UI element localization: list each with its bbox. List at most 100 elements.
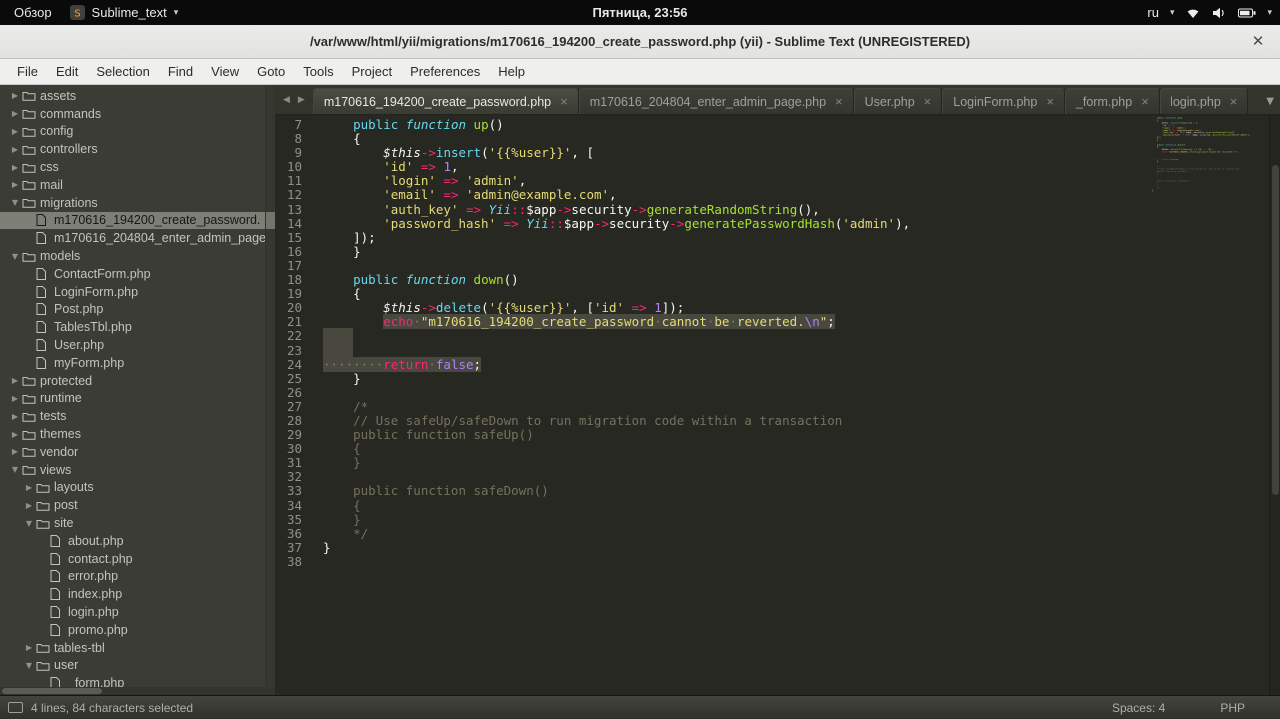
sidebar-folder-site[interactable]: ▼ site — [0, 514, 275, 532]
editor-vertical-scrollbar[interactable] — [1269, 115, 1280, 695]
code-line-14[interactable]: 14 'password_hash' => Yii::$app->securit… — [275, 216, 1280, 231]
chevron-right-icon[interactable]: ▶ — [22, 643, 36, 652]
menu-help[interactable]: Help — [489, 59, 534, 84]
volume-icon[interactable] — [1212, 7, 1227, 19]
syntax-setting[interactable]: PHP — [1220, 701, 1245, 715]
code-line-25[interactable]: 25 } — [275, 371, 1280, 386]
code-line-9[interactable]: 9 $this->insert('{{%user}}', [ — [275, 146, 1280, 160]
code-area[interactable]: 7 public function up() 8 {9 $this->insert… — [275, 117, 1280, 569]
sidebar-folder-tables-tbl[interactable]: ▶ tables-tbl — [0, 639, 275, 657]
menu-goto[interactable]: Goto — [248, 59, 294, 84]
tab-login.php[interactable]: login.php × — [1159, 88, 1249, 114]
scrollbar-thumb[interactable] — [1272, 165, 1279, 495]
code-line-15[interactable]: 15 ]); — [275, 230, 1280, 245]
network-icon[interactable] — [1185, 7, 1201, 19]
sidebar-folder-migrations[interactable]: ▼ migrations — [0, 194, 275, 212]
sidebar-folder-assets[interactable]: ▶ assets — [0, 87, 275, 105]
menu-tools[interactable]: Tools — [294, 59, 342, 84]
window-close-icon[interactable]: ✕ — [1248, 32, 1268, 50]
code-line-23[interactable]: 23 — [275, 342, 1280, 358]
sidebar-folder-runtime[interactable]: ▶ runtime — [0, 390, 275, 408]
scrollbar-thumb[interactable] — [2, 688, 102, 694]
chevron-down-icon[interactable]: ▼ — [22, 519, 36, 528]
tab-close-icon[interactable]: × — [1141, 95, 1149, 108]
chevron-down-icon[interactable]: ▼ — [8, 198, 22, 207]
tab-m170616_204804_enter_admin_page.php[interactable]: m170616_204804_enter_admin_page.php × — [578, 88, 854, 114]
tab-close-icon[interactable]: × — [560, 95, 568, 108]
code-line-10[interactable]: 10 'id' => 1, — [275, 160, 1280, 174]
sidebar-vertical-scrollbar[interactable] — [265, 85, 275, 695]
chevron-right-icon[interactable]: ▶ — [22, 501, 36, 510]
code-line-18[interactable]: 18 public function down() — [275, 272, 1280, 287]
status-panel-icon[interactable] — [8, 702, 23, 713]
sidebar-folder-commands[interactable]: ▶ commands — [0, 105, 275, 123]
sidebar-file-LoginForm.php[interactable]: LoginForm.php — [0, 283, 275, 301]
sidebar-folder-models[interactable]: ▼ models — [0, 247, 275, 265]
sidebar-folder-tests[interactable]: ▶ tests — [0, 407, 275, 425]
code-line-34[interactable]: 34 { — [275, 498, 1280, 513]
code-line-19[interactable]: 19 { — [275, 287, 1280, 301]
nav-back-button[interactable]: ◀ — [283, 95, 290, 105]
menu-edit[interactable]: Edit — [47, 59, 87, 84]
menu-view[interactable]: View — [202, 59, 248, 84]
tab-User.php[interactable]: User.php × — [853, 88, 943, 114]
sidebar-folder-vendor[interactable]: ▶ vendor — [0, 443, 275, 461]
app-menu-button[interactable]: S Sublime_text ▾ — [69, 5, 178, 20]
sidebar-file-m170616_204804_enter_admin_page[interactable]: m170616_204804_enter_admin_page — [0, 229, 275, 247]
code-line-22[interactable]: 22 — [275, 328, 1280, 344]
code-line-26[interactable]: 26 — [275, 385, 1280, 400]
code-line-33[interactable]: 33 public function safeDown() — [275, 484, 1280, 498]
code-line-29[interactable]: 29 public function safeUp() — [275, 427, 1280, 442]
code-line-32[interactable]: 32 — [275, 470, 1280, 484]
tab-close-icon[interactable]: × — [1230, 95, 1238, 108]
code-line-13[interactable]: 13 'auth_key' => Yii::$app->security->ge… — [275, 202, 1280, 217]
sidebar-file-promo.php[interactable]: promo.php — [0, 621, 275, 639]
sidebar-file-index.php[interactable]: index.php — [0, 585, 275, 603]
sidebar-folder-user[interactable]: ▼ user — [0, 657, 275, 675]
sidebar-file-Post.php[interactable]: Post.php — [0, 301, 275, 319]
tab-m170616_194200_create_password.php[interactable]: m170616_194200_create_password.php × — [312, 88, 579, 114]
sidebar-file-contact.php[interactable]: contact.php — [0, 550, 275, 568]
code-line-35[interactable]: 35 } — [275, 512, 1280, 527]
sidebar-folder-config[interactable]: ▶ config — [0, 123, 275, 141]
sidebar-folder-layouts[interactable]: ▶ layouts — [0, 479, 275, 497]
menu-find[interactable]: Find — [159, 59, 202, 84]
code-line-36[interactable]: 36 */ — [275, 526, 1280, 541]
chevron-right-icon[interactable]: ▶ — [8, 412, 22, 421]
code-line-16[interactable]: 16 } — [275, 244, 1280, 259]
chevron-right-icon[interactable]: ▶ — [8, 376, 22, 385]
tab-_form.php[interactable]: _form.php × — [1064, 88, 1160, 114]
menu-project[interactable]: Project — [343, 59, 401, 84]
code-line-20[interactable]: 20 $this->delete('{{%user}}', ['id' => 1… — [275, 301, 1280, 315]
chevron-right-icon[interactable]: ▶ — [8, 91, 22, 100]
sidebar-file-about.php[interactable]: about.php — [0, 532, 275, 550]
clock[interactable]: Пятница, 23:56 — [593, 5, 688, 20]
tab-close-icon[interactable]: × — [1046, 95, 1054, 108]
battery-icon[interactable] — [1238, 8, 1256, 18]
code-line-17[interactable]: 17 — [275, 258, 1280, 273]
sidebar-file-myForm.php[interactable]: myForm.php — [0, 354, 275, 372]
nav-forward-button[interactable]: ▶ — [298, 95, 305, 105]
language-indicator[interactable]: ru — [1147, 5, 1159, 20]
code-line-37[interactable]: 37} — [275, 540, 1280, 555]
sidebar-horizontal-scrollbar[interactable] — [0, 687, 275, 695]
code-line-27[interactable]: 27 /* — [275, 399, 1280, 414]
sidebar-file-ContactForm.php[interactable]: ContactForm.php — [0, 265, 275, 283]
chevron-right-icon[interactable]: ▶ — [8, 127, 22, 136]
chevron-down-icon[interactable]: ▼ — [8, 465, 22, 474]
menu-preferences[interactable]: Preferences — [401, 59, 489, 84]
sidebar-file-login.php[interactable]: login.php — [0, 603, 275, 621]
sidebar-folder-protected[interactable]: ▶ protected — [0, 372, 275, 390]
sidebar-file-error.php[interactable]: error.php — [0, 568, 275, 586]
chevron-down-icon[interactable]: ▼ — [8, 252, 22, 261]
tab-LoginForm.php[interactable]: LoginForm.php × — [942, 88, 1065, 114]
chevron-right-icon[interactable]: ▶ — [8, 109, 22, 118]
sidebar-folder-themes[interactable]: ▶ themes — [0, 425, 275, 443]
chevron-down-icon[interactable]: ▼ — [22, 661, 36, 670]
chevron-right-icon[interactable]: ▶ — [22, 483, 36, 492]
chevron-right-icon[interactable]: ▶ — [8, 447, 22, 456]
editor[interactable]: 7 public function up() 8 {9 $this->insert… — [275, 115, 1280, 695]
code-line-28[interactable]: 28 // Use safeUp/safeDown to run migrati… — [275, 413, 1280, 428]
code-line-8[interactable]: 8 { — [275, 131, 1280, 146]
chevron-right-icon[interactable]: ▶ — [8, 430, 22, 439]
